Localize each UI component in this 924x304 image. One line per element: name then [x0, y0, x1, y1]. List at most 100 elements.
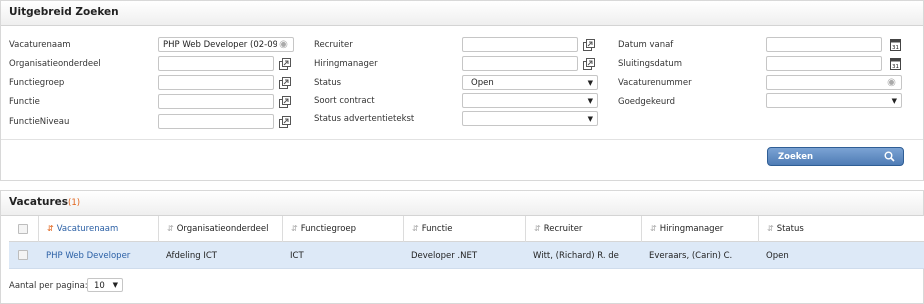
goedgekeurd-select[interactable]: ▼ [766, 93, 902, 108]
advanced-search-header: Uitgebreid Zoeken [1, 1, 923, 26]
cell-hiringmanager: Everaars, (Carin) C. [641, 242, 758, 269]
sluitingsdatum-label: Sluitingsdatum [618, 59, 683, 69]
cell-text: ICT [290, 251, 304, 261]
cell-text: Everaars, (Carin) C. [649, 251, 733, 261]
vacatures-title: Vacatures [9, 196, 68, 208]
cell-status: Open [758, 242, 924, 269]
calendar-day-text: 31 [892, 64, 899, 70]
cell-recruiter: Witt, (Richard) R. de [525, 242, 641, 269]
cell-organisatieonderdeel: Afdeling ICT [158, 242, 282, 269]
popup-window-icon[interactable] [583, 58, 595, 70]
vacaturenummer-label: Vacaturenummer [618, 78, 692, 88]
column-header-functiegroep[interactable]: ⇵ Functiegroep [282, 216, 403, 242]
magnifier-icon [884, 151, 895, 162]
column-header-label: Vacaturenaam [56, 224, 119, 234]
search-divider [1, 139, 923, 140]
hiringmanager-input[interactable] [462, 56, 578, 71]
column-header-label: Functiegroep [300, 224, 357, 234]
column-header-vacaturenaam[interactable]: ⇵ Vacaturenaam [38, 216, 158, 242]
chevron-down-icon: ▼ [587, 79, 593, 87]
cell-text: Afdeling ICT [166, 251, 217, 261]
vacaturenummer-input[interactable]: ◉ [766, 75, 902, 90]
chevron-down-icon: ▼ [587, 97, 593, 105]
vacaturenaam-value: PHP Web Developer (02-09-2 [163, 40, 277, 50]
vacaturenaam-input[interactable]: PHP Web Developer (02-09-2 ◉ [158, 37, 294, 52]
select-all-cell [9, 216, 38, 242]
eye-icon[interactable]: ◉ [885, 77, 898, 88]
sort-arrows-icon: ⇵ [291, 224, 298, 233]
goedgekeurd-label: Goedgekeurd [618, 97, 676, 107]
datum-vanaf-input[interactable] [766, 37, 882, 52]
functieniveau-label: FunctieNiveau [9, 117, 70, 127]
column-header-hiringmanager[interactable]: ⇵ Hiringmanager [641, 216, 758, 242]
status-label: Status [314, 78, 342, 88]
chevron-down-icon: ▼ [587, 115, 593, 123]
recruiter-label: Recruiter [314, 40, 353, 50]
calendar-icon[interactable]: 31 [890, 38, 901, 51]
chevron-down-icon: ▼ [112, 281, 118, 289]
column-header-recruiter[interactable]: ⇵ Recruiter [525, 216, 641, 242]
status-advertentietekst-label: Status advertentietekst [314, 114, 415, 124]
functiegroep-label: Functiegroep [9, 78, 65, 88]
popup-window-icon[interactable] [583, 39, 595, 51]
organisatieonderdeel-input[interactable] [158, 56, 274, 71]
sort-arrows-icon: ⇵ [47, 224, 54, 233]
sort-arrows-icon: ⇵ [650, 224, 657, 233]
popup-window-icon[interactable] [279, 58, 291, 70]
soort-contract-select[interactable]: ▼ [462, 93, 598, 108]
chevron-down-icon: ▼ [891, 97, 897, 105]
sort-arrows-icon: ⇵ [767, 224, 774, 233]
table-row[interactable]: PHP Web Developer Afdeling ICT ICT Devel… [9, 242, 924, 269]
page-size-select[interactable]: 10 ▼ [87, 278, 123, 292]
popup-window-icon[interactable] [279, 96, 291, 108]
popup-window-icon[interactable] [279, 77, 291, 89]
vacaturenaam-label: Vacaturenaam [9, 40, 71, 50]
organisatieonderdeel-label: Organisatieonderdeel [9, 59, 101, 69]
functie-input[interactable] [158, 94, 274, 109]
column-header-label: Functie [421, 224, 453, 234]
column-header-label: Recruiter [543, 224, 583, 234]
calendar-icon[interactable]: 31 [890, 57, 901, 70]
functie-label: Functie [9, 97, 40, 107]
popup-window-icon[interactable] [279, 116, 291, 128]
table-header: ⇵ Vacaturenaam ⇵ Organisatieonderdeel ⇵ Fun… [9, 216, 924, 242]
sort-arrows-icon: ⇵ [412, 224, 419, 233]
cell-text: Developer .NET [411, 251, 478, 261]
functieniveau-input[interactable] [158, 114, 274, 129]
column-header-functie[interactable]: ⇵ Functie [403, 216, 525, 242]
row-checkbox[interactable] [18, 250, 28, 260]
advanced-search-panel: Uitgebreid Zoeken Vacaturenaam PHP Web D… [0, 0, 924, 181]
eye-icon[interactable]: ◉ [277, 39, 290, 50]
search-button-label: Zoeken [778, 152, 814, 162]
row-checkbox-cell [9, 242, 38, 269]
hiringmanager-label: Hiringmanager [314, 59, 378, 69]
soort-contract-label: Soort contract [314, 96, 375, 106]
functiegroep-input[interactable] [158, 75, 274, 90]
vacatures-count: (1) [68, 198, 81, 208]
cell-functiegroep: ICT [282, 242, 403, 269]
search-button[interactable]: Zoeken [767, 147, 904, 166]
cell-text: Witt, (Richard) R. de [533, 251, 619, 261]
vacatures-header: Vacatures (1) [1, 191, 923, 216]
cell-vacaturenaam[interactable]: PHP Web Developer [38, 242, 158, 269]
page-size-value: 10 [94, 281, 105, 291]
sort-arrows-icon: ⇵ [167, 224, 174, 233]
column-header-organisatieonderdeel[interactable]: ⇵ Organisatieonderdeel [158, 216, 282, 242]
status-select[interactable]: Open ▼ [462, 75, 598, 90]
calendar-day-text: 31 [892, 45, 899, 51]
datum-vanaf-label: Datum vanaf [618, 40, 674, 50]
vacature-link[interactable]: PHP Web Developer [46, 251, 130, 261]
status-advertentietekst-select[interactable]: ▼ [462, 111, 598, 126]
sluitingsdatum-input[interactable] [766, 56, 882, 71]
cell-functie: Developer .NET [403, 242, 525, 269]
column-header-label: Hiringmanager [659, 224, 724, 234]
vacatures-panel: Vacatures (1) ⇵ Vacaturenaam ⇵ Organisatie… [0, 190, 924, 304]
column-header-status[interactable]: ⇵ Status [758, 216, 924, 242]
recruiter-input[interactable] [462, 37, 578, 52]
column-header-label: Organisatieonderdeel [176, 224, 269, 234]
page-size-label: Aantal per pagina: [9, 281, 88, 291]
sort-arrows-icon: ⇵ [534, 224, 541, 233]
status-value: Open [471, 78, 494, 88]
select-all-checkbox[interactable] [18, 224, 28, 234]
column-header-label: Status [776, 224, 804, 234]
